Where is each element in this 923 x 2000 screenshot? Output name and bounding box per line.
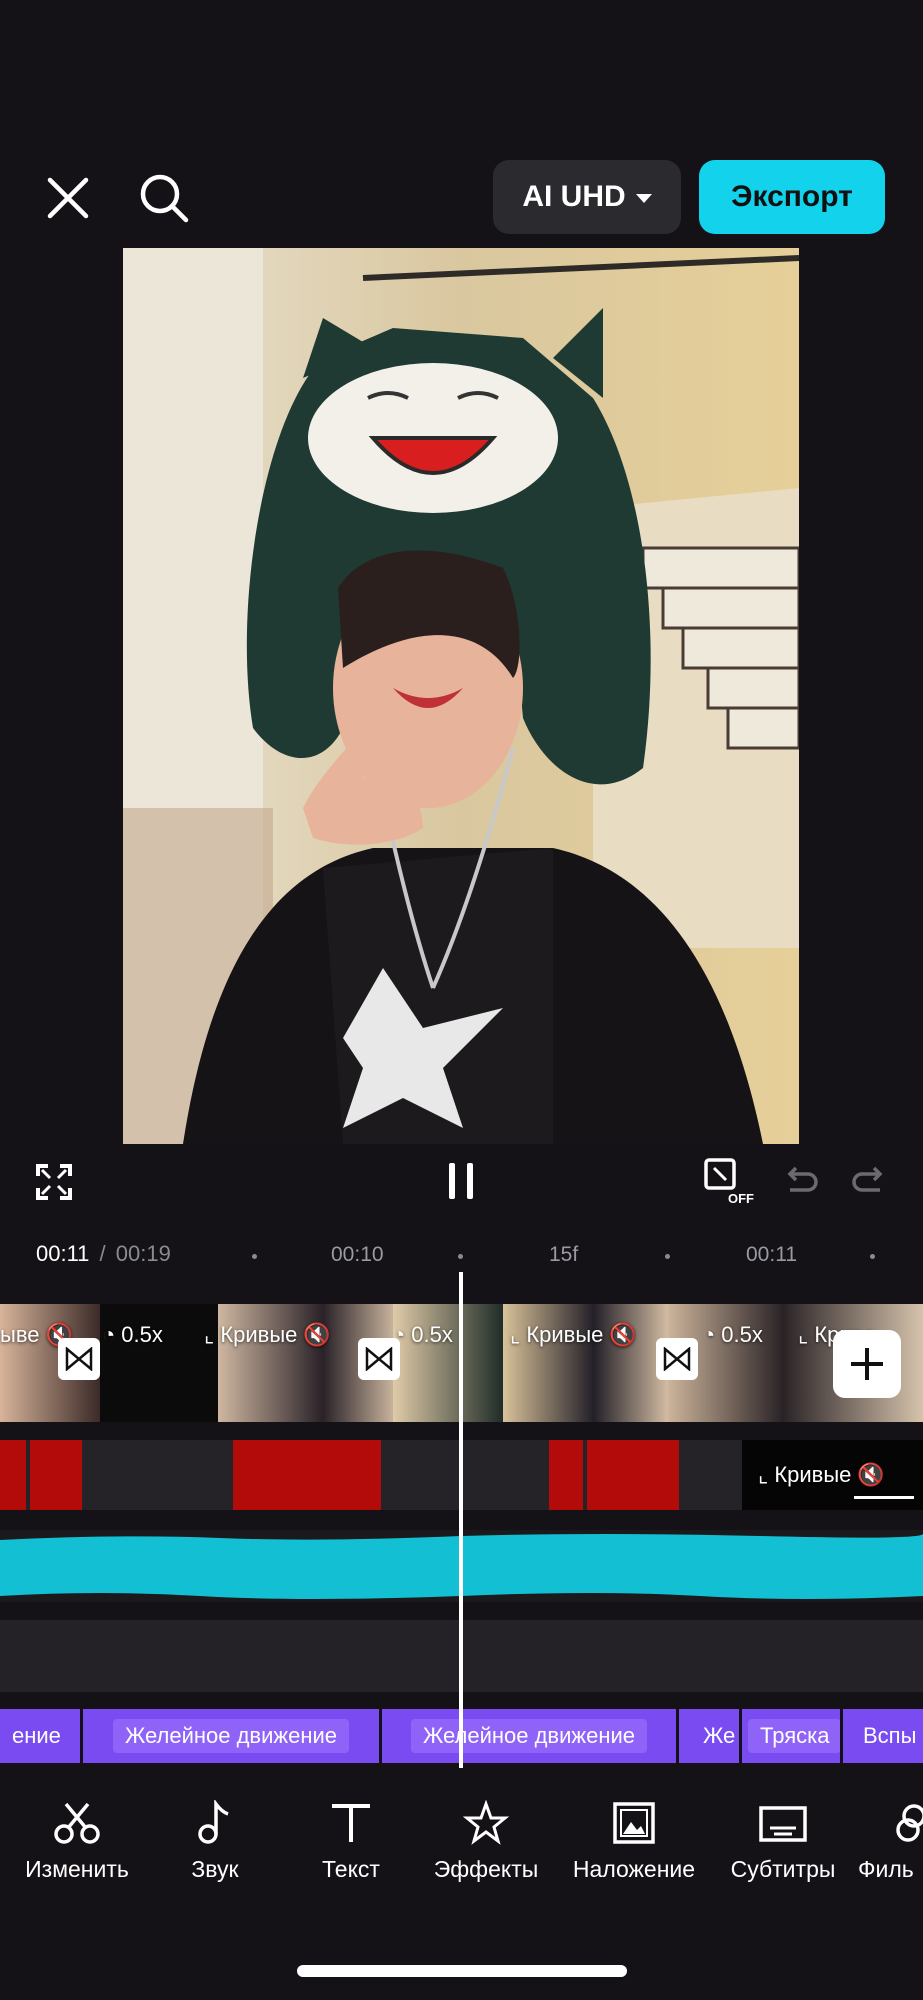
curves-tag: ⌞ Кривые 🔇 [758, 1462, 885, 1487]
effect-clip[interactable]: Же [679, 1709, 739, 1763]
tool-filters[interactable]: Филь [858, 1800, 923, 1883]
ruler-tick [870, 1254, 875, 1259]
tool-subtitles[interactable]: Субтитры [718, 1800, 848, 1883]
star-effects-icon [462, 1800, 510, 1845]
speed-tag: ◔ 0.5x [702, 1322, 763, 1347]
redo-button[interactable] [850, 1162, 890, 1202]
music-note-icon [198, 1800, 229, 1844]
curves-icon: ⌞ [510, 1322, 521, 1347]
transition-icon [65, 1347, 93, 1371]
curves-tag: ⌞ Кривые 🔇 [204, 1322, 331, 1347]
timecode: 00:11 / 00:19 [36, 1241, 171, 1267]
current-time: 00:11 [36, 1241, 90, 1266]
transition-icon [663, 1347, 691, 1371]
speed-tag: ◔ 0.5x [102, 1322, 163, 1347]
tool-audio[interactable]: Звук [150, 1800, 280, 1883]
mute-icon: 🔇 [303, 1322, 331, 1347]
effect-clip[interactable]: Тряска [742, 1709, 840, 1763]
tool-text[interactable]: Текст [286, 1800, 416, 1883]
fullscreen-button[interactable] [30, 1158, 78, 1206]
ruler-mark: 15f [549, 1243, 579, 1266]
curves-tag: ⌞ Кривые 🔇 [510, 1322, 637, 1347]
subtitles-icon [759, 1806, 807, 1842]
ruler-tick [458, 1254, 463, 1259]
total-time: 00:19 [115, 1241, 171, 1266]
curves-icon: ⌞ [204, 1322, 215, 1347]
transition-button[interactable] [58, 1338, 100, 1380]
undo-icon [787, 1166, 818, 1192]
keyframe-off-button[interactable]: OFF [700, 1156, 758, 1206]
ruler-tick [665, 1254, 670, 1259]
fullscreen-icon [36, 1164, 72, 1200]
text-icon [332, 1804, 370, 1842]
plus-icon [851, 1348, 883, 1380]
mute-icon: 🔇 [857, 1462, 885, 1487]
redo-icon [852, 1166, 883, 1192]
effect-clip[interactable]: Желейное движение [83, 1709, 379, 1763]
search-button[interactable] [134, 168, 194, 228]
effect-clip[interactable]: Вспы [843, 1709, 923, 1763]
quality-label: AI UHD [522, 180, 626, 213]
filters-icon [896, 1804, 923, 1842]
overlay-clip[interactable] [0, 1440, 26, 1510]
add-clip-button[interactable] [833, 1330, 901, 1398]
scissors-icon [54, 1802, 100, 1844]
keyframe-off-icon: OFF [704, 1158, 754, 1206]
search-icon [140, 174, 189, 223]
tool-effects[interactable]: Эффекты [421, 1800, 551, 1883]
undo-button[interactable] [780, 1162, 820, 1202]
chevron-down-icon [635, 193, 652, 203]
video-preview[interactable] [123, 248, 799, 1144]
svg-text:OFF: OFF [728, 1191, 754, 1206]
overlay-icon [613, 1802, 655, 1844]
volume-line [854, 1496, 914, 1499]
overlay-clip[interactable] [30, 1440, 82, 1510]
effect-clip[interactable]: Желейное движение [382, 1709, 676, 1763]
effect-clip[interactable]: ение [0, 1709, 80, 1763]
quality-dropdown[interactable]: AI UHD [493, 160, 681, 234]
overlay-clip[interactable] [233, 1440, 381, 1510]
close-icon [47, 177, 89, 219]
speed-tag: ◔ 0.5x [392, 1322, 453, 1347]
overlay-clip[interactable] [587, 1440, 679, 1510]
pause-button[interactable] [446, 1163, 476, 1199]
playhead[interactable] [459, 1272, 463, 1768]
curves-icon: ⌞ [798, 1322, 809, 1347]
mute-icon: 🔇 [609, 1322, 637, 1347]
ruler-tick [252, 1254, 257, 1259]
speed-icon: ◔ [702, 1322, 716, 1347]
transition-button[interactable] [358, 1338, 400, 1380]
transition-button[interactable] [656, 1338, 698, 1380]
export-button[interactable]: Экспорт [699, 160, 885, 234]
ruler-mark: 00:11 [746, 1243, 797, 1266]
close-button[interactable] [40, 170, 96, 226]
home-indicator [297, 1965, 627, 1977]
transition-icon [365, 1347, 393, 1371]
tool-overlay[interactable]: Наложение [569, 1800, 699, 1883]
ruler-mark: 00:10 [331, 1243, 384, 1266]
time-separator: / [99, 1241, 106, 1266]
speed-icon: ◔ [102, 1322, 116, 1347]
tool-edit[interactable]: Изменить [12, 1800, 142, 1883]
curves-icon: ⌞ [758, 1462, 769, 1487]
overlay-clip[interactable] [549, 1440, 583, 1510]
overlay-clip-curves[interactable]: ⌞ Кривые 🔇 [742, 1440, 923, 1510]
